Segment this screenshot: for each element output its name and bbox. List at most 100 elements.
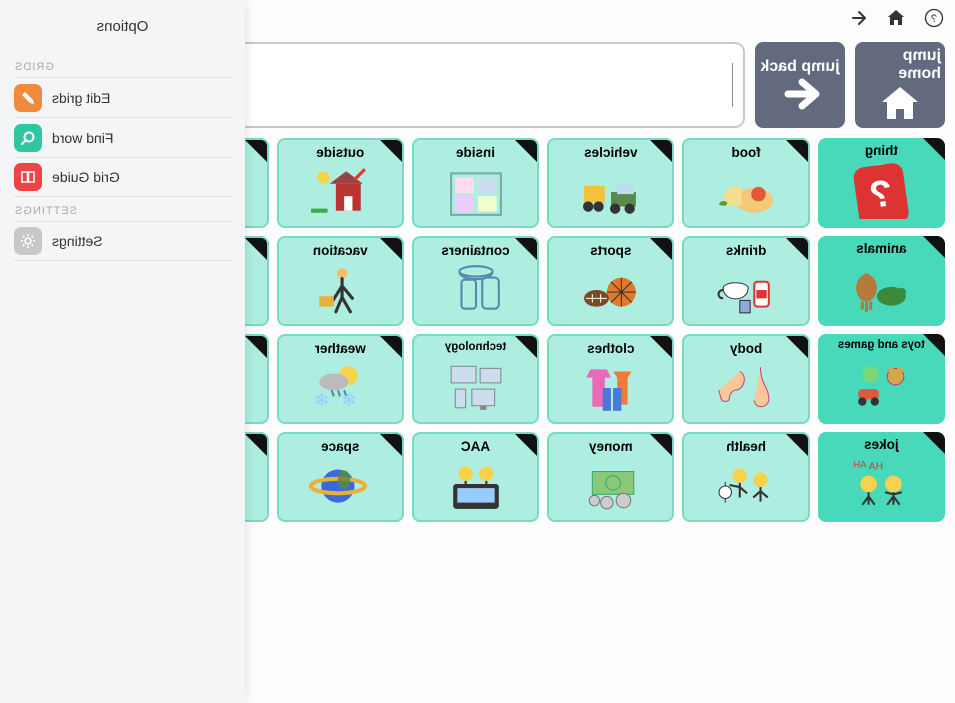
grid-cell-label: thing	[865, 144, 898, 158]
containers-icon	[416, 258, 535, 321]
back-arrow-icon[interactable]	[847, 7, 869, 29]
sidebar-section-settings: SETTINGS	[14, 205, 231, 217]
sidebar-item-label: Edit grids	[52, 90, 110, 106]
folder-corner-icon	[515, 434, 537, 456]
grid-cell-label: clothes	[587, 342, 634, 356]
grid-cell-outside[interactable]: outside	[277, 138, 404, 228]
jokes-icon	[820, 452, 943, 519]
vacation-icon	[281, 258, 400, 321]
grid-cell-label: jokes	[864, 438, 899, 452]
folder-corner-icon	[380, 336, 402, 358]
sidebar-item-label: Find word	[52, 130, 113, 146]
house-icon	[878, 83, 922, 123]
grid-cell-jokes[interactable]: jokes	[818, 432, 945, 522]
folder-corner-icon	[650, 140, 672, 162]
drinks-icon	[686, 258, 805, 321]
grid-cell-space[interactable]: space	[277, 432, 404, 522]
jump-back-button[interactable]: jump back	[755, 42, 845, 128]
folder-corner-icon	[650, 336, 672, 358]
sidebar-item-settings[interactable]: Settings	[14, 221, 231, 261]
sports-icon	[551, 258, 670, 321]
grid-cell-money[interactable]: money	[547, 432, 674, 522]
grid-cell-inside[interactable]: inside	[412, 138, 539, 228]
folder-corner-icon	[380, 434, 402, 456]
svg-text:?: ?	[931, 13, 937, 25]
help-icon[interactable]: ?	[923, 7, 945, 29]
grid-cell-weather[interactable]: weather	[277, 334, 404, 424]
folder-corner-icon	[786, 434, 808, 456]
folder-corner-icon	[380, 238, 402, 260]
text-caret	[732, 63, 733, 107]
grid-cell-label: toys and games	[838, 340, 925, 352]
outside-icon	[281, 160, 400, 223]
grid-cell-containers[interactable]: containers	[412, 236, 539, 326]
grid-cell-vehicles[interactable]: vehicles	[547, 138, 674, 228]
grid-cell-clothes[interactable]: clothes	[547, 334, 674, 424]
folder-corner-icon	[650, 238, 672, 260]
grid-cell-AAC[interactable]: AAC	[412, 432, 539, 522]
folder-corner-icon	[786, 238, 808, 260]
grid-cell-toys-and-games[interactable]: toys and games	[818, 334, 945, 424]
jump-home-label: jump home	[859, 47, 941, 83]
sidebar-section-grids: GRIDS	[14, 61, 231, 73]
inside-icon	[416, 160, 535, 223]
clothes-icon	[551, 356, 670, 419]
health-icon	[686, 454, 805, 517]
search-icon	[14, 124, 42, 152]
grid-cell-label: drinks	[726, 244, 767, 258]
folder-corner-icon	[515, 140, 537, 162]
jump-back-label: jump back	[760, 58, 839, 76]
grid-cell-label: money	[589, 440, 633, 454]
grid-cell-label: technology	[445, 342, 506, 354]
folder-corner-icon	[515, 238, 537, 260]
folder-corner-icon	[245, 336, 267, 358]
grid-cell-label: food	[731, 146, 760, 160]
technology-icon	[416, 354, 535, 419]
grid-cell-health[interactable]: health	[682, 432, 809, 522]
grid-cell-label: health	[726, 440, 766, 454]
pencil-icon	[14, 84, 42, 112]
folder-corner-icon	[380, 140, 402, 162]
sidebar-title: Options	[14, 18, 231, 35]
home-icon[interactable]	[885, 7, 907, 29]
grid-cell-food[interactable]: food	[682, 138, 809, 228]
space-icon	[281, 454, 400, 517]
folder-corner-icon	[923, 138, 945, 160]
jump-home-button[interactable]: jump home	[855, 42, 945, 128]
vehicles-icon	[551, 160, 670, 223]
arrow-left-icon	[778, 76, 822, 112]
sidebar-item-edit-grids[interactable]: Edit grids	[14, 77, 231, 117]
grid-cell-sports[interactable]: sports	[547, 236, 674, 326]
folder-corner-icon	[650, 434, 672, 456]
money-icon	[551, 454, 670, 517]
sidebar-item-find-word[interactable]: Find word	[14, 117, 231, 157]
folder-corner-icon	[923, 432, 945, 454]
toys-icon	[820, 352, 943, 421]
book-icon	[14, 163, 42, 191]
sidebar-item-label: Grid Guide	[52, 169, 120, 185]
folder-corner-icon	[515, 336, 537, 358]
grid-cell-label: outside	[316, 146, 364, 160]
grid-cell-thing[interactable]: thing	[818, 138, 945, 228]
gear-icon	[14, 227, 42, 255]
folder-corner-icon	[245, 140, 267, 162]
grid-cell-drinks[interactable]: drinks	[682, 236, 809, 326]
folder-corner-icon	[923, 334, 945, 356]
folder-corner-icon	[923, 236, 945, 258]
grid-cell-technology[interactable]: technology	[412, 334, 539, 424]
sidebar-item-label: Settings	[52, 233, 103, 249]
grid-cell-body[interactable]: body	[682, 334, 809, 424]
grid-cell-label: containers	[441, 244, 509, 258]
grid-cell-animals[interactable]: animals	[818, 236, 945, 326]
question-icon	[820, 158, 943, 225]
grid-cell-label: vacation	[313, 244, 368, 258]
animals-icon	[820, 256, 943, 323]
sidebar-item-grid-guide[interactable]: Grid Guide	[14, 157, 231, 197]
folder-corner-icon	[245, 434, 267, 456]
weather-icon	[281, 356, 400, 419]
grid-cell-label: weather	[315, 342, 366, 356]
grid-cell-label: body	[730, 342, 762, 356]
grid-cell-vacation[interactable]: vacation	[277, 236, 404, 326]
grid-cell-label: inside	[456, 146, 495, 160]
folder-corner-icon	[786, 336, 808, 358]
